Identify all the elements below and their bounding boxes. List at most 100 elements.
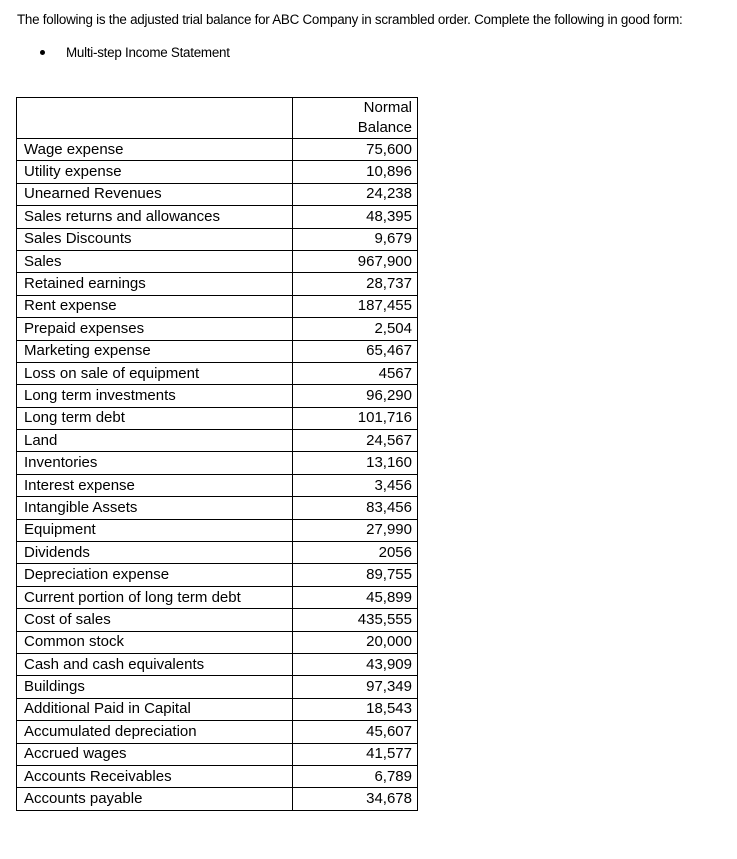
account-name-cell: Long term debt <box>16 406 293 431</box>
table-row: Cash and cash equivalents 43,909 <box>16 652 418 677</box>
balance-cell: 3,456 <box>292 473 418 498</box>
account-name-cell: Accumulated depreciation <box>16 720 293 744</box>
table-row: Buildings 97,349 <box>16 675 418 699</box>
balance-column-header: Normal Balance <box>292 97 418 139</box>
balance-cell: 34,678 <box>292 787 418 811</box>
balance-cell: 75,600 <box>292 137 418 162</box>
account-name-cell: Buildings <box>16 675 293 699</box>
account-column-header <box>16 97 293 139</box>
table-row: Retained earnings 28,737 <box>16 272 418 296</box>
balance-cell: 24,567 <box>292 429 418 453</box>
account-name-cell: Unearned Revenues <box>16 182 293 207</box>
account-name-cell: Depreciation expense <box>16 563 293 587</box>
table-row: Current portion of long term debt 45,899 <box>16 585 418 610</box>
account-name-cell: Retained earnings <box>16 272 293 296</box>
balance-header-line1: Normal <box>363 99 412 116</box>
table-row: Rent expense 187,455 <box>16 294 418 319</box>
table-row: Sales returns and allowances 48,395 <box>16 205 418 229</box>
table-row: Accumulated depreciation 45,607 <box>16 720 418 744</box>
account-name-cell: Marketing expense <box>16 339 293 363</box>
table-row: Utility expense 10,896 <box>16 160 418 184</box>
table-row: Prepaid expenses 2,504 <box>16 317 418 341</box>
account-name-cell: Common stock <box>16 630 293 654</box>
account-name-cell: Intangible Assets <box>16 496 293 520</box>
account-name-cell: Sales <box>16 249 293 274</box>
account-name-cell: Prepaid expenses <box>16 317 293 341</box>
table-row: Land 24,567 <box>16 429 418 453</box>
account-name-cell: Sales returns and allowances <box>16 205 293 229</box>
account-name-cell: Current portion of long term debt <box>16 585 293 610</box>
table-row: Accounts payable 34,678 <box>16 787 418 811</box>
balance-cell: 27,990 <box>292 518 418 543</box>
account-name-cell: Rent expense <box>16 294 293 319</box>
account-name-cell: Utility expense <box>16 160 293 184</box>
account-name-cell: Dividends <box>16 541 293 565</box>
task-list-item: Multi-step Income Statement <box>40 45 230 61</box>
account-name-cell: Interest expense <box>16 473 293 498</box>
balance-cell: 89,755 <box>292 563 418 587</box>
balance-cell: 435,555 <box>292 608 418 632</box>
balance-cell: 28,737 <box>292 272 418 296</box>
balance-cell: 43,909 <box>292 652 418 677</box>
task-label: Multi-step Income Statement <box>66 45 230 60</box>
balance-cell: 41,577 <box>292 742 418 766</box>
balance-cell: 96,290 <box>292 384 418 408</box>
balance-cell: 9,679 <box>292 227 418 251</box>
table-row: Depreciation expense 89,755 <box>16 563 418 587</box>
balance-cell: 101,716 <box>292 406 418 431</box>
account-name-cell: Land <box>16 429 293 453</box>
table-row: Interest expense 3,456 <box>16 473 418 498</box>
account-name-cell: Sales Discounts <box>16 227 293 251</box>
account-name-cell: Additional Paid in Capital <box>16 697 293 722</box>
table-row: Long term investments 96,290 <box>16 384 418 408</box>
balance-cell: 65,467 <box>292 339 418 363</box>
account-name-cell: Inventories <box>16 451 293 475</box>
balance-cell: 2056 <box>292 541 418 565</box>
balance-cell: 967,900 <box>292 249 418 274</box>
balance-cell: 4567 <box>292 361 418 386</box>
account-name-cell: Cash and cash equivalents <box>16 652 293 677</box>
table-row: Loss on sale of equipment 4567 <box>16 361 418 386</box>
account-name-cell: Equipment <box>16 518 293 543</box>
balance-cell: 187,455 <box>292 294 418 319</box>
balance-cell: 20,000 <box>292 630 418 654</box>
balance-cell: 18,543 <box>292 697 418 722</box>
table-row: Long term debt 101,716 <box>16 406 418 431</box>
account-name-cell: Accounts payable <box>16 787 293 811</box>
balance-cell: 45,607 <box>292 720 418 744</box>
account-name-cell: Accrued wages <box>16 742 293 766</box>
balance-cell: 13,160 <box>292 451 418 475</box>
table-row: Accrued wages 41,577 <box>16 742 418 766</box>
account-name-cell: Cost of sales <box>16 608 293 632</box>
balance-cell: 45,899 <box>292 585 418 610</box>
instructions-text: The following is the adjusted trial bala… <box>17 12 683 27</box>
table-body: Wage expense 75,600 Utility expense 10,896 U… <box>16 137 418 811</box>
table-row: Cost of sales 435,555 <box>16 608 418 632</box>
table-row: Accounts Receivables 6,789 <box>16 764 418 789</box>
bullet-icon <box>40 49 45 55</box>
table-row: Equipment 27,990 <box>16 518 418 543</box>
account-name-cell: Wage expense <box>16 137 293 162</box>
account-name-cell: Accounts Receivables <box>16 764 293 789</box>
table-row: Sales Discounts 9,679 <box>16 227 418 251</box>
table-row: Additional Paid in Capital 18,543 <box>16 697 418 722</box>
table-row: Inventories 13,160 <box>16 451 418 475</box>
balance-cell: 48,395 <box>292 205 418 229</box>
account-name-cell: Loss on sale of equipment <box>16 361 293 386</box>
balance-cell: 97,349 <box>292 675 418 699</box>
balance-cell: 83,456 <box>292 496 418 520</box>
table-row: Dividends 2056 <box>16 541 418 565</box>
balance-cell: 10,896 <box>292 160 418 184</box>
balance-cell: 24,238 <box>292 182 418 207</box>
account-name-cell: Long term investments <box>16 384 293 408</box>
table-header-row: Normal Balance <box>16 97 418 139</box>
balance-header-line2: Balance <box>357 119 412 136</box>
table-row: Intangible Assets 83,456 <box>16 496 418 520</box>
table-row: Unearned Revenues 24,238 <box>16 182 418 207</box>
balance-cell: 2,504 <box>292 317 418 341</box>
table-row: Sales 967,900 <box>16 249 418 274</box>
table-row: Wage expense 75,600 <box>16 137 418 162</box>
trial-balance-table: Normal Balance Wage expense 75,600 Utility… <box>16 97 418 811</box>
table-row: Common stock 20,000 <box>16 630 418 654</box>
table-row: Marketing expense 65,467 <box>16 339 418 363</box>
